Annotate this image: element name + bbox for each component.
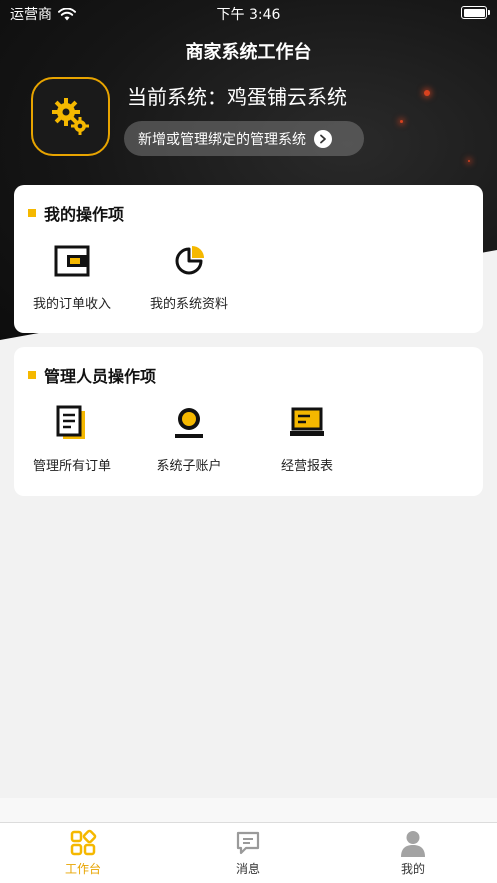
manage-systems-label: 新增或管理绑定的管理系统 xyxy=(138,131,306,148)
my-system-info-item[interactable]: 我的系统资料 xyxy=(134,241,244,312)
admin-operations-title: 管理人员操作项 xyxy=(28,363,156,387)
grid-icon xyxy=(70,829,97,856)
system-sub-account-item[interactable]: 系统子账户 xyxy=(134,403,244,474)
section-marker xyxy=(28,371,36,379)
my-order-income-label: 我的订单收入 xyxy=(32,297,111,312)
tab-messages[interactable]: 消息 xyxy=(198,829,298,877)
my-operations-card: 我的操作项 我的订单收入 我的系统资料 xyxy=(14,185,483,333)
tab-mine-label: 我的 xyxy=(400,862,425,876)
my-order-income-item[interactable]: 我的订单收入 xyxy=(17,241,127,312)
my-system-info-label: 我的系统资料 xyxy=(149,297,228,312)
section-marker xyxy=(28,209,36,217)
status-bar: 运营商 下午 3:46 xyxy=(0,0,497,26)
laptop-report-icon xyxy=(290,407,324,436)
tab-workbench[interactable]: 工作台 xyxy=(33,829,133,877)
business-report-label: 经营报表 xyxy=(280,459,333,474)
wallet-icon xyxy=(54,245,90,277)
manage-all-orders-item[interactable]: 管理所有订单 xyxy=(17,403,127,474)
status-time: 下午 3:46 xyxy=(216,7,281,23)
document-icon xyxy=(56,405,85,439)
tab-bar: 工作台 消息 我的 xyxy=(0,822,497,883)
tab-messages-label: 消息 xyxy=(235,862,260,876)
message-icon xyxy=(236,831,260,855)
admin-operations-title-text: 管理人员操作项 xyxy=(44,367,157,386)
my-operations-title: 我的操作项 xyxy=(28,201,124,225)
admin-operations-card: 管理人员操作项 管理所有订单 系统子账户 经营报表 xyxy=(14,347,483,496)
user-account-icon xyxy=(175,408,203,438)
current-system-label: 当前系统：鸡蛋铺云系统 xyxy=(127,85,347,109)
battery-icon xyxy=(461,6,490,19)
tab-mine[interactable]: 我的 xyxy=(363,829,463,877)
my-operations-title-text: 我的操作项 xyxy=(44,205,125,224)
manage-all-orders-label: 管理所有订单 xyxy=(32,459,111,474)
page-title: 商家系统工作台 xyxy=(185,42,312,63)
system-sub-account-label: 系统子账户 xyxy=(156,459,222,474)
business-report-item[interactable]: 经营报表 xyxy=(252,403,362,474)
tab-workbench-label: 工作台 xyxy=(64,862,101,876)
chevron-right-icon xyxy=(314,129,332,148)
system-logo xyxy=(31,77,110,156)
manage-systems-button[interactable]: 新增或管理绑定的管理系统 xyxy=(124,121,364,156)
gears-icon xyxy=(51,97,89,135)
pie-chart-icon xyxy=(175,246,204,275)
person-icon xyxy=(401,831,425,857)
content-bottom-band xyxy=(0,798,497,822)
